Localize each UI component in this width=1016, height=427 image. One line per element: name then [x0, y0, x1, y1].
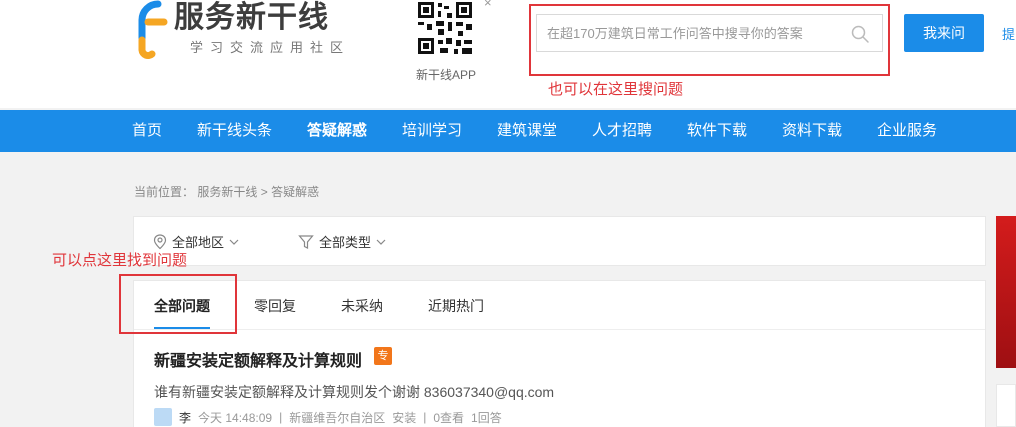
breadcrumb-current[interactable]: 答疑解惑 [271, 185, 319, 199]
main-nav: 首页 新干线头条 答疑解惑 培训学习 建筑课堂 人才招聘 软件下载 资料下载 企… [0, 110, 1016, 152]
breadcrumb-separator: > [260, 185, 268, 199]
nav-item-qa[interactable]: 答疑解惑 [307, 110, 367, 152]
question-category: 安装 [392, 410, 417, 425]
nav-item-classroom[interactable]: 建筑课堂 [497, 110, 557, 152]
nav-item-headlines[interactable]: 新干线头条 [197, 110, 272, 152]
question-description[interactable]: 谁有新疆安装定额解释及计算规则发个谢谢 836037340@qq.com [154, 382, 554, 402]
nav-item-software[interactable]: 软件下载 [687, 110, 747, 152]
qr-label: 新干线APP [415, 68, 476, 82]
ask-question-button[interactable]: 我来问 [904, 14, 984, 52]
side-card [996, 384, 1016, 427]
site-logo[interactable]: 服务新干线 学习交流应用社区 [128, 0, 368, 62]
nav-item-resources[interactable]: 资料下载 [782, 110, 842, 152]
breadcrumb: 当前位置： 服务新干线 > 答疑解惑 [134, 183, 319, 200]
tab-annotation-box [119, 274, 237, 334]
location-icon [153, 233, 167, 249]
meta-separator: | [279, 410, 283, 424]
answer-count: 1回答 [471, 410, 502, 425]
tab-annotation-text: 可以点这里找到问题 [52, 252, 188, 269]
breadcrumb-prefix: 当前位置： [134, 185, 195, 199]
logo-title: 服务新干线 [174, 1, 329, 34]
nav-item-home[interactable]: 首页 [132, 110, 162, 152]
nav-item-enterprise[interactable]: 企业服务 [877, 110, 937, 152]
tab-not-accepted[interactable]: 未采纳 [341, 296, 383, 316]
logo-mark-icon [138, 0, 168, 60]
post-time: 今天 14:48:09 [198, 410, 273, 425]
side-banner-ad[interactable] [996, 216, 1016, 368]
chevron-down-icon [376, 239, 386, 245]
nav-item-training[interactable]: 培训学习 [402, 110, 462, 152]
chevron-down-icon [229, 239, 239, 245]
tab-recent-hot[interactable]: 近期热门 [428, 296, 484, 316]
view-count: 0查看 [433, 410, 465, 425]
search-annotation-box [529, 4, 890, 76]
nav-item-jobs[interactable]: 人才招聘 [592, 110, 652, 152]
breadcrumb-home[interactable]: 服务新干线 [197, 185, 257, 199]
question-title[interactable]: 新疆安装定额解释及计算规则 [154, 347, 362, 371]
avatar[interactable] [154, 408, 172, 426]
tab-zero-replies[interactable]: 零回复 [254, 296, 296, 316]
meta-separator: | [423, 410, 427, 424]
tabs-divider [134, 329, 985, 330]
question-list-panel: 全部问题 零回复 未采纳 近期热门 新疆安装定额解释及计算规则 专 谁有新疆安装… [133, 280, 986, 427]
type-filter[interactable]: 全部类型 [298, 232, 386, 251]
filter-bar: 全部地区 全部类型 [133, 216, 986, 266]
qr-close-icon[interactable]: × [484, 0, 492, 9]
search-annotation-text: 也可以在这里搜问题 [548, 81, 684, 98]
expert-badge: 专 [374, 347, 392, 365]
question-meta: 李 今天 14:48:09 | 新疆维吾尔自治区 安装 | 0查看 1回答 [154, 408, 502, 426]
question-region: 新疆维吾尔自治区 [289, 410, 386, 425]
author-name[interactable]: 李 [179, 409, 191, 426]
logo-subtitle: 学习交流应用社区 [190, 40, 351, 55]
qr-code-icon [414, 0, 476, 58]
funnel-icon [298, 234, 314, 249]
type-filter-label: 全部类型 [319, 235, 372, 250]
header-link-truncated[interactable]: 提 [1002, 24, 1015, 43]
